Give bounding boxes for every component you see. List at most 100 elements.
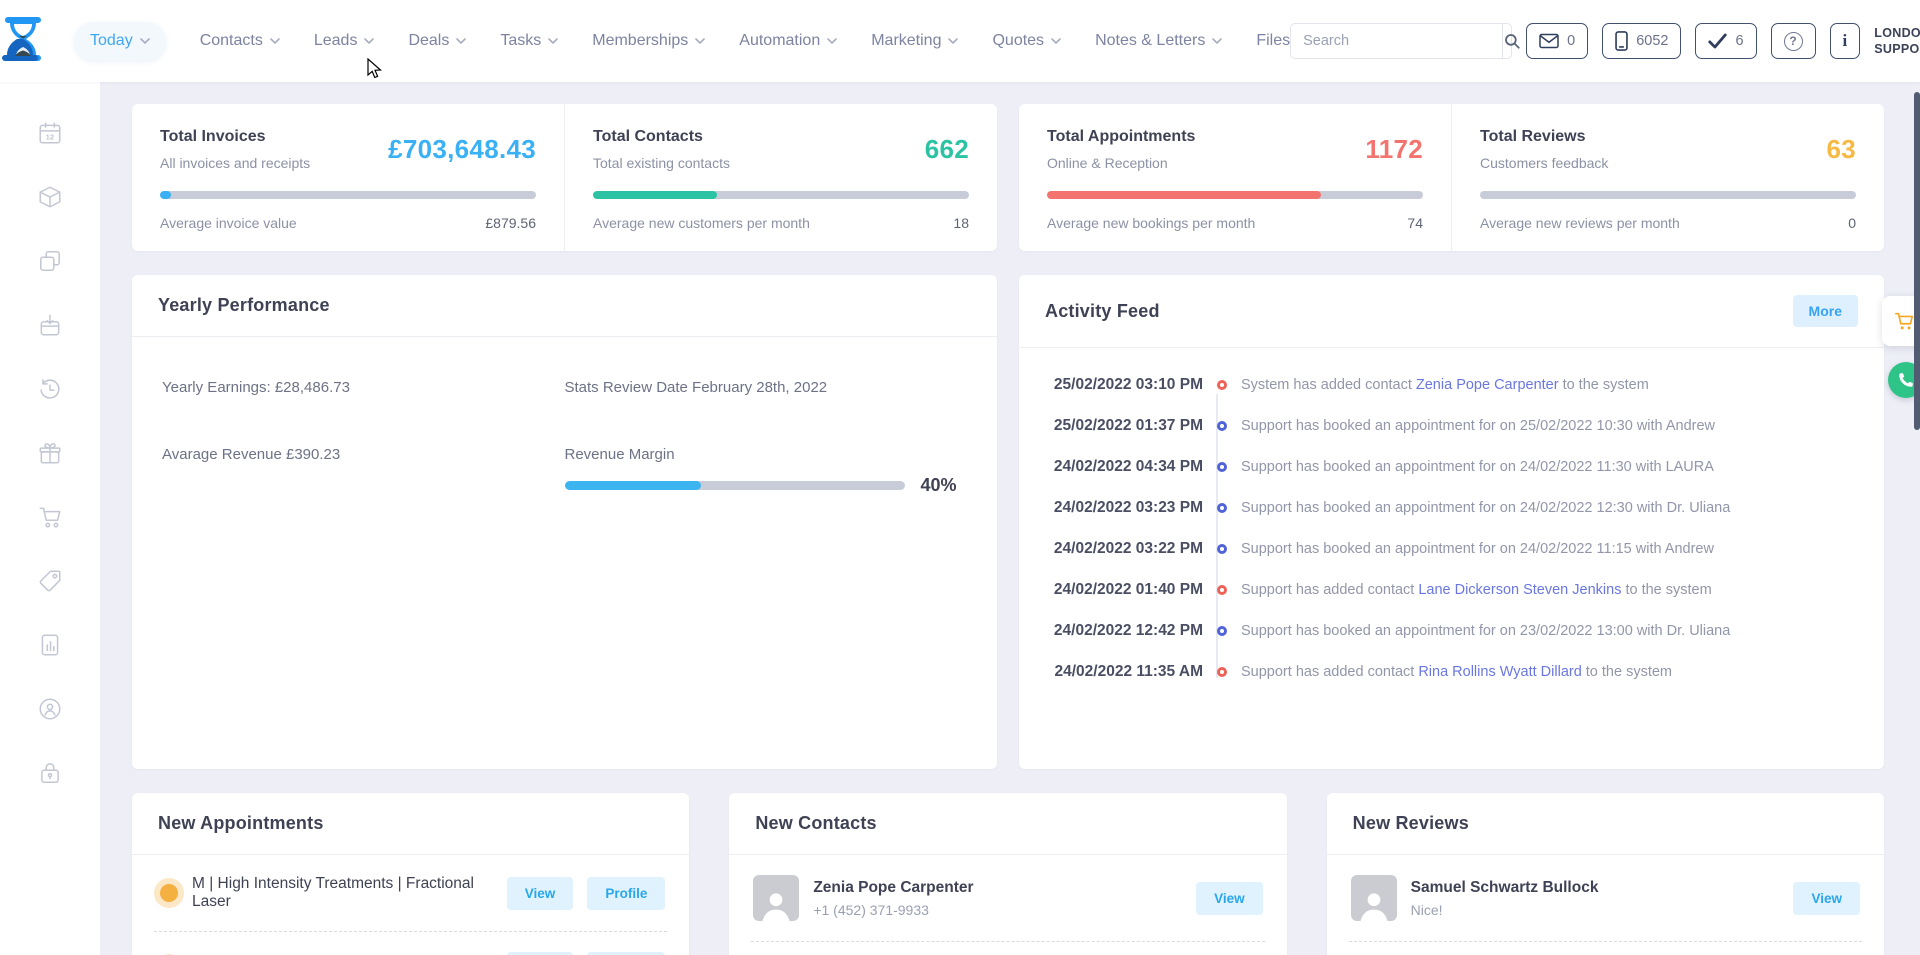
feed-text-pre: Support has booked an appointment for on…: [1241, 459, 1714, 475]
stat-footer-label: Average invoice value: [160, 215, 297, 231]
chevron-down-icon: [827, 38, 837, 45]
left-sidebar: 12: [0, 82, 100, 955]
bag-download-icon[interactable]: [37, 312, 63, 338]
nav-item-today[interactable]: Today: [74, 22, 166, 60]
more-button[interactable]: More: [1793, 295, 1858, 327]
feed-text-pre: Support has added contact: [1241, 582, 1414, 598]
feed-dot: [1217, 626, 1227, 636]
stat-subtitle: All invoices and receipts: [160, 155, 310, 171]
calendar-icon[interactable]: 12: [37, 120, 63, 146]
progress-fill: [593, 191, 717, 199]
nav-label: Today: [90, 32, 133, 50]
feed-dot: [1217, 380, 1227, 390]
nav-item-files[interactable]: Files: [1256, 32, 1290, 50]
stat-total-reviews: Total Reviews Customers feedback 63 Aver…: [1451, 104, 1884, 251]
feed-time: 24/02/2022 12:42 PM: [1045, 622, 1203, 640]
copy-icon[interactable]: [37, 248, 63, 274]
nav-item-memberships[interactable]: Memberships: [592, 32, 705, 50]
contact-phone: +1 (452) 371-9933: [813, 902, 1182, 918]
nav-item-automation[interactable]: Automation: [739, 32, 837, 50]
panel-title: New Appointments: [158, 813, 324, 834]
mail-count: 0: [1567, 33, 1575, 49]
gift-icon[interactable]: [37, 440, 63, 466]
profile-button[interactable]: Profile: [587, 877, 665, 910]
new-appointments-panel: New Appointments M | High Intensity Trea…: [132, 793, 689, 955]
nav-item-marketing[interactable]: Marketing: [871, 32, 958, 50]
feed-time: 24/02/2022 11:35 AM: [1045, 663, 1203, 681]
chevron-down-icon: [1212, 38, 1222, 45]
location-label: LONDON SUPPORT: [1874, 25, 1920, 58]
view-button[interactable]: View: [1793, 882, 1860, 915]
report-icon[interactable]: [37, 632, 63, 658]
stat-subtitle: Total existing contacts: [593, 155, 730, 171]
feed-dot: [1217, 667, 1227, 677]
stat-footer-value: 18: [953, 215, 969, 231]
lock-icon[interactable]: [37, 760, 63, 786]
nav-item-tasks[interactable]: Tasks: [500, 32, 558, 50]
price-tag-icon[interactable]: [37, 568, 63, 594]
stat-footer-label: Average new reviews per month: [1480, 215, 1680, 231]
nav-item-quotes[interactable]: Quotes: [992, 32, 1061, 50]
nav-label: Leads: [314, 32, 358, 50]
main-nav: Today Contacts Leads Deals Tasks Members…: [74, 22, 1290, 60]
phone-count: 6052: [1636, 33, 1668, 49]
account-sync-icon[interactable]: [37, 696, 63, 722]
mail-badge[interactable]: 0: [1526, 23, 1588, 59]
view-button[interactable]: View: [1196, 882, 1263, 915]
phone-badge[interactable]: 6052: [1602, 23, 1681, 59]
chevron-down-icon: [364, 38, 374, 45]
nav-item-leads[interactable]: Leads: [314, 32, 375, 50]
feed-text: Support has added contactRina Rollins Wy…: [1241, 664, 1672, 680]
feed-time: 24/02/2022 01:40 PM: [1045, 581, 1203, 599]
cart-icon[interactable]: [37, 504, 63, 530]
header-actions: 0 6052 6 ? i LONDON SUPPORT: [1290, 20, 1920, 62]
nav-item-deals[interactable]: Deals: [408, 32, 466, 50]
nav-label: Files: [1256, 32, 1290, 50]
stat-title: Total Appointments: [1047, 128, 1195, 146]
feed-text-post: to the system: [1563, 377, 1649, 393]
history-icon[interactable]: [37, 376, 63, 402]
revenue-margin-block: Revenue Margin 40%: [565, 446, 968, 496]
feed-text-post: to the system: [1586, 664, 1672, 680]
chevron-down-icon: [548, 38, 558, 45]
top-header: Today Contacts Leads Deals Tasks Members…: [0, 0, 1920, 82]
feed-contact-link[interactable]: Zenia Pope Carpenter: [1416, 377, 1559, 393]
feed-text: Support has booked an appointment for on…: [1241, 541, 1714, 557]
feed-text: Support has booked an appointment for on…: [1241, 623, 1730, 639]
info-button[interactable]: i: [1830, 23, 1861, 59]
progress-bar: [160, 191, 536, 199]
nav-item-notes-letters[interactable]: Notes & Letters: [1095, 32, 1222, 50]
stat-footer-label: Average new customers per month: [593, 215, 810, 231]
scrollbar[interactable]: [1914, 92, 1920, 430]
stats-card-right: Total Appointments Online & Reception 11…: [1019, 104, 1884, 251]
panel-title: New Reviews: [1353, 813, 1469, 834]
progress-bar: [593, 191, 969, 199]
progress-fill: [160, 191, 171, 199]
feed-time: 25/02/2022 01:37 PM: [1045, 417, 1203, 435]
nav-label: Tasks: [500, 32, 541, 50]
feed-contact-link[interactable]: Rina Rollins Wyatt Dillard: [1418, 664, 1581, 680]
cart-icon: [1893, 310, 1915, 332]
phone-chat-icon: [1897, 371, 1915, 389]
panel-title: Yearly Performance: [158, 295, 330, 316]
tasks-badge[interactable]: 6: [1695, 23, 1756, 59]
help-button[interactable]: ?: [1771, 23, 1816, 59]
chevron-down-icon: [948, 38, 958, 45]
stat-total-contacts: Total Contacts Total existing contacts 6…: [564, 104, 997, 251]
appointment-row: M | High Intensity Treatments | Fraction…: [132, 855, 689, 931]
package-icon[interactable]: [37, 184, 63, 210]
stat-footer-value: 0: [1848, 215, 1856, 231]
view-button[interactable]: View: [507, 877, 574, 910]
revenue-margin-label: Revenue Margin: [565, 446, 968, 463]
search-input[interactable]: [1291, 33, 1502, 49]
average-revenue: Avarage Revenue £390.23: [162, 446, 565, 496]
stat-subtitle: Customers feedback: [1480, 155, 1608, 171]
search-button[interactable]: [1502, 24, 1521, 58]
nav-item-contacts[interactable]: Contacts: [200, 32, 280, 50]
nav-label: Notes & Letters: [1095, 32, 1205, 50]
feed-text: System has added contactZenia Pope Carpe…: [1241, 377, 1649, 393]
app-logo[interactable]: [0, 15, 46, 67]
feed-contact-link[interactable]: Lane Dickerson Steven Jenkins: [1418, 582, 1621, 598]
review-row: Samuel Schwartz Bullock Nice! View: [1327, 855, 1884, 941]
feed-text-pre: Support has booked an appointment for on…: [1241, 500, 1730, 516]
